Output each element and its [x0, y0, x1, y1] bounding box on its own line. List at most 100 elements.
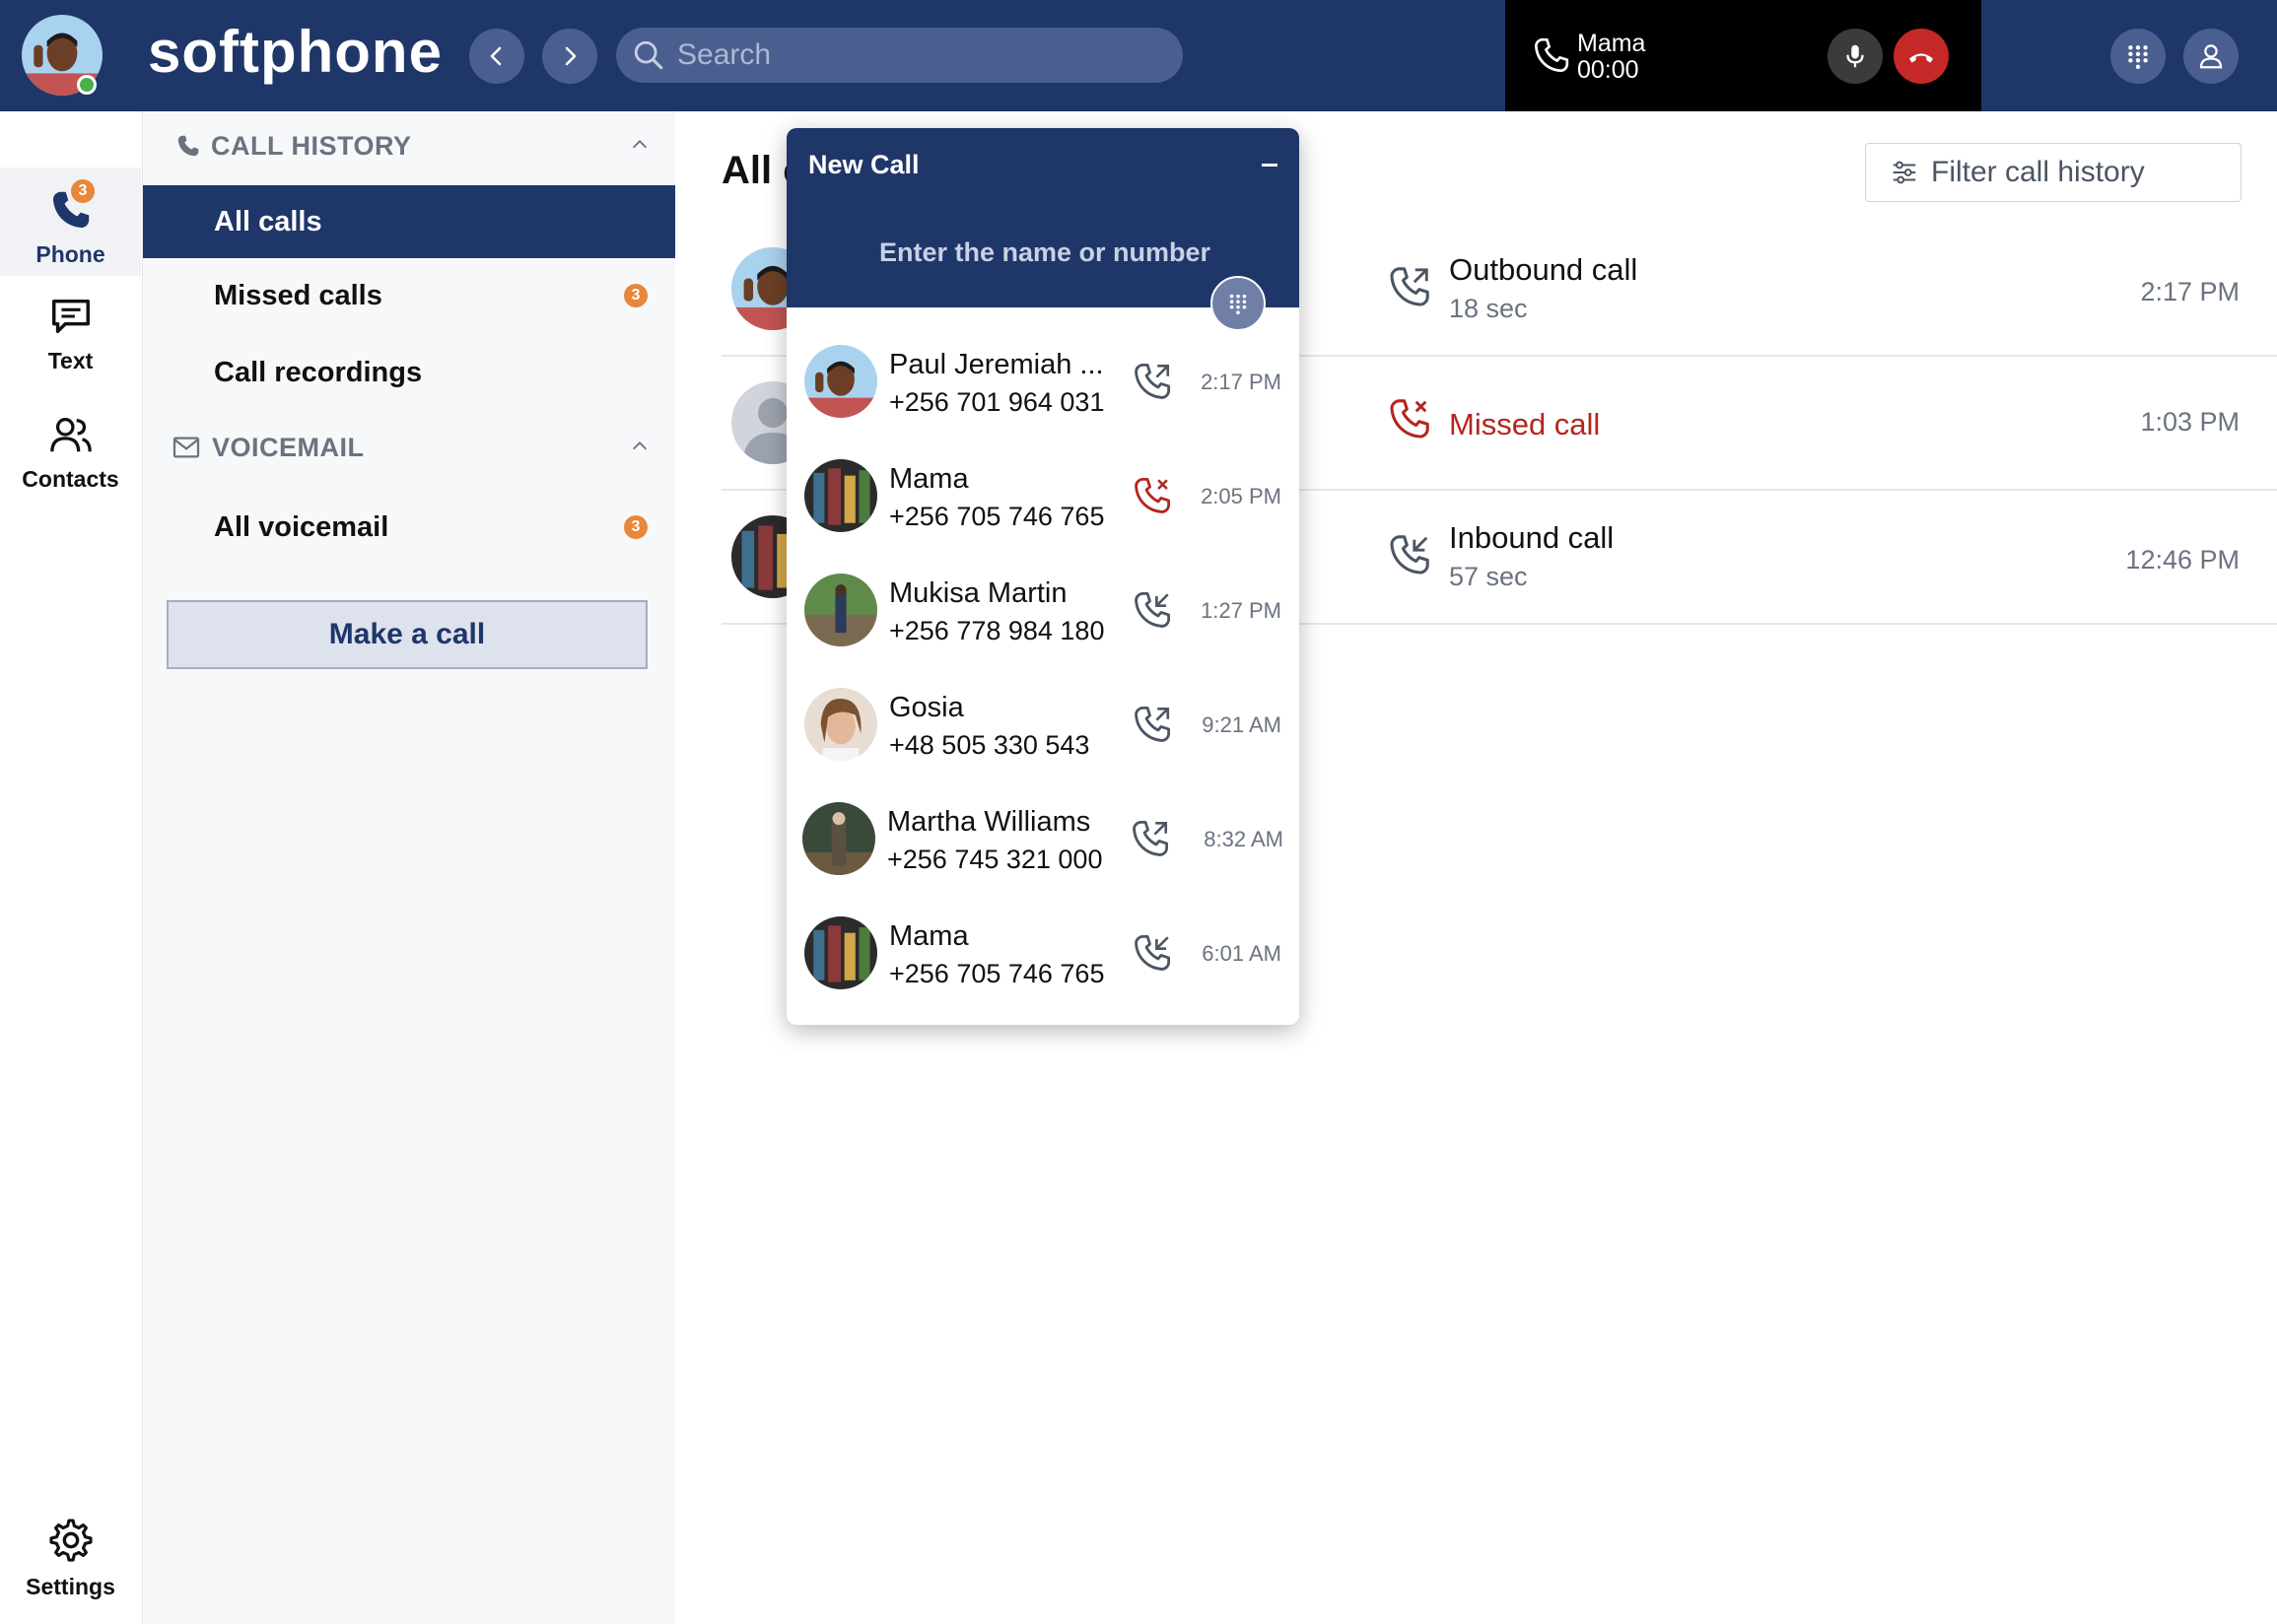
missed-call-icon: [1387, 396, 1432, 441]
rail-label-text: Text: [47, 348, 94, 373]
contact-number: +256 778 984 180: [889, 616, 1105, 645]
voicemail-badge: 3: [624, 515, 648, 539]
sidebar-item-all-voicemail[interactable]: All voicemail 3: [143, 491, 675, 564]
search-icon: [634, 40, 663, 70]
filter-call-history-input[interactable]: Filter call history: [1865, 143, 2242, 202]
call-time: 1:27 PM: [1201, 598, 1281, 623]
new-call-popup: New Call Paul Jeremiah ... +256 701 964 …: [787, 128, 1299, 1025]
chevron-up-icon: [632, 140, 648, 149]
rail-label-contacts: Contacts: [22, 466, 119, 492]
microphone-icon: [1846, 44, 1864, 68]
envelope-icon: [172, 437, 200, 458]
rail-item-phone[interactable]: 3 Phone: [0, 168, 141, 276]
back-button[interactable]: [469, 29, 524, 84]
chevron-right-icon: [565, 46, 577, 66]
recent-contact-row[interactable]: Mama +256 705 746 765 6:01 AM: [787, 897, 1299, 1011]
hang-up-icon: [1909, 53, 1933, 63]
dialpad-button[interactable]: [1210, 276, 1266, 331]
sliders-icon: [1893, 161, 1916, 184]
outbound-call-icon: [1387, 264, 1432, 309]
user-icon: [2199, 44, 2223, 69]
app-title: softphone: [148, 19, 443, 85]
recent-contact-row[interactable]: Paul Jeremiah ... +256 701 964 031 2:17 …: [787, 325, 1299, 440]
avatar: [802, 802, 875, 875]
call-type: Outbound call: [1449, 252, 1638, 287]
contact-name: Gosia: [889, 692, 964, 723]
gear-icon: [48, 1519, 93, 1562]
contact-number: +256 701 964 031: [889, 387, 1105, 417]
contact-number: +48 505 330 543: [889, 730, 1090, 760]
recent-contact-row[interactable]: Mama +256 705 746 765 2:05 PM: [787, 440, 1299, 554]
phone-badge: 3: [71, 179, 95, 203]
sidebar-item-label: All calls: [214, 205, 322, 237]
chevron-left-icon: [490, 46, 502, 66]
active-call-panel: Mama 00:00: [1505, 0, 1981, 111]
mute-button[interactable]: [1828, 29, 1883, 84]
new-call-title: New Call: [808, 150, 920, 179]
hang-up-button[interactable]: [1894, 29, 1949, 84]
top-bar: softphone Mama 00:00: [0, 0, 2277, 111]
rail-item-text[interactable]: Text: [0, 294, 141, 392]
call-time: 9:21 AM: [1202, 712, 1281, 737]
contact-name: Mukisa Martin: [889, 577, 1068, 609]
inbound-call-icon: [1387, 532, 1432, 577]
call-time: 2:05 PM: [1201, 484, 1281, 508]
contact-name: Mama: [889, 920, 969, 952]
sidebar-item-label: Call recordings: [214, 356, 423, 388]
avatar: [804, 345, 877, 418]
presence-indicator: [77, 75, 97, 95]
dialpad-icon: [1229, 294, 1247, 314]
voicemail-header[interactable]: VOICEMAIL: [143, 418, 675, 477]
sidebar-item-label: Missed calls: [214, 279, 382, 311]
missed-calls-badge: 3: [624, 284, 648, 307]
chevron-up-icon: [632, 441, 648, 450]
search-input[interactable]: [675, 37, 1152, 73]
left-rail: 3 Phone Text Contacts Settings: [0, 111, 143, 1624]
dialpad-button[interactable]: [2110, 29, 2166, 84]
contacts-icon: [49, 418, 92, 452]
contact-name: Martha Williams: [887, 806, 1091, 838]
call-time: 2:17 PM: [2140, 277, 2240, 306]
contact-name: Paul Jeremiah ...: [889, 349, 1104, 380]
sidebar-item-label: All voicemail: [214, 510, 389, 543]
missed-call-icon: [1132, 475, 1173, 516]
forward-button[interactable]: [542, 29, 597, 84]
recent-contact-row[interactable]: Martha Williams +256 745 321 000 8:32 AM: [787, 782, 1299, 897]
phone-icon: [1532, 35, 1571, 75]
make-a-call-button[interactable]: Make a call: [167, 600, 648, 669]
active-call-name: Mama: [1577, 30, 1646, 57]
sidebar: CALL HISTORY All calls Missed calls 3 Ca…: [143, 111, 675, 1624]
call-time: 2:17 PM: [1201, 370, 1281, 394]
rail-label-settings: Settings: [26, 1574, 115, 1599]
message-icon: [51, 299, 90, 334]
outbound-call-icon: [1132, 361, 1173, 402]
sidebar-item-missed-calls[interactable]: Missed calls 3: [143, 259, 675, 332]
minimize-button[interactable]: [1262, 164, 1277, 167]
filter-placeholder: Filter call history: [1931, 156, 2145, 188]
avatar: [804, 916, 877, 989]
profile-button[interactable]: [2183, 29, 2239, 84]
call-history-header[interactable]: CALL HISTORY: [143, 116, 675, 175]
name-or-number-input[interactable]: [806, 227, 1283, 278]
contact-name: Mama: [889, 463, 969, 495]
recent-contact-row[interactable]: Gosia +48 505 330 543 9:21 AM: [787, 668, 1299, 782]
call-time: 12:46 PM: [2125, 545, 2240, 575]
call-duration: 18 sec: [1449, 294, 1528, 323]
call-type: Inbound call: [1449, 520, 1615, 555]
rail-item-settings[interactable]: Settings: [0, 1516, 141, 1614]
avatar: [804, 574, 877, 646]
avatar: [804, 688, 877, 761]
contact-number: +256 705 746 765: [889, 959, 1105, 988]
outbound-call-icon: [1132, 704, 1173, 745]
sidebar-item-all-calls[interactable]: All calls: [143, 185, 675, 258]
call-history-label: CALL HISTORY: [211, 130, 412, 161]
sidebar-item-call-recordings[interactable]: Call recordings: [143, 336, 675, 409]
call-time: 8:32 AM: [1204, 827, 1283, 851]
active-call-duration: 00:00: [1577, 56, 1639, 84]
search-bar: [616, 28, 1183, 83]
call-type: Missed call: [1449, 407, 1601, 441]
recent-contact-row[interactable]: Mukisa Martin +256 778 984 180 1:27 PM: [787, 554, 1299, 668]
rail-item-contacts[interactable]: Contacts: [0, 412, 141, 510]
call-time: 1:03 PM: [2140, 407, 2240, 437]
rail-label-phone: Phone: [35, 241, 105, 267]
